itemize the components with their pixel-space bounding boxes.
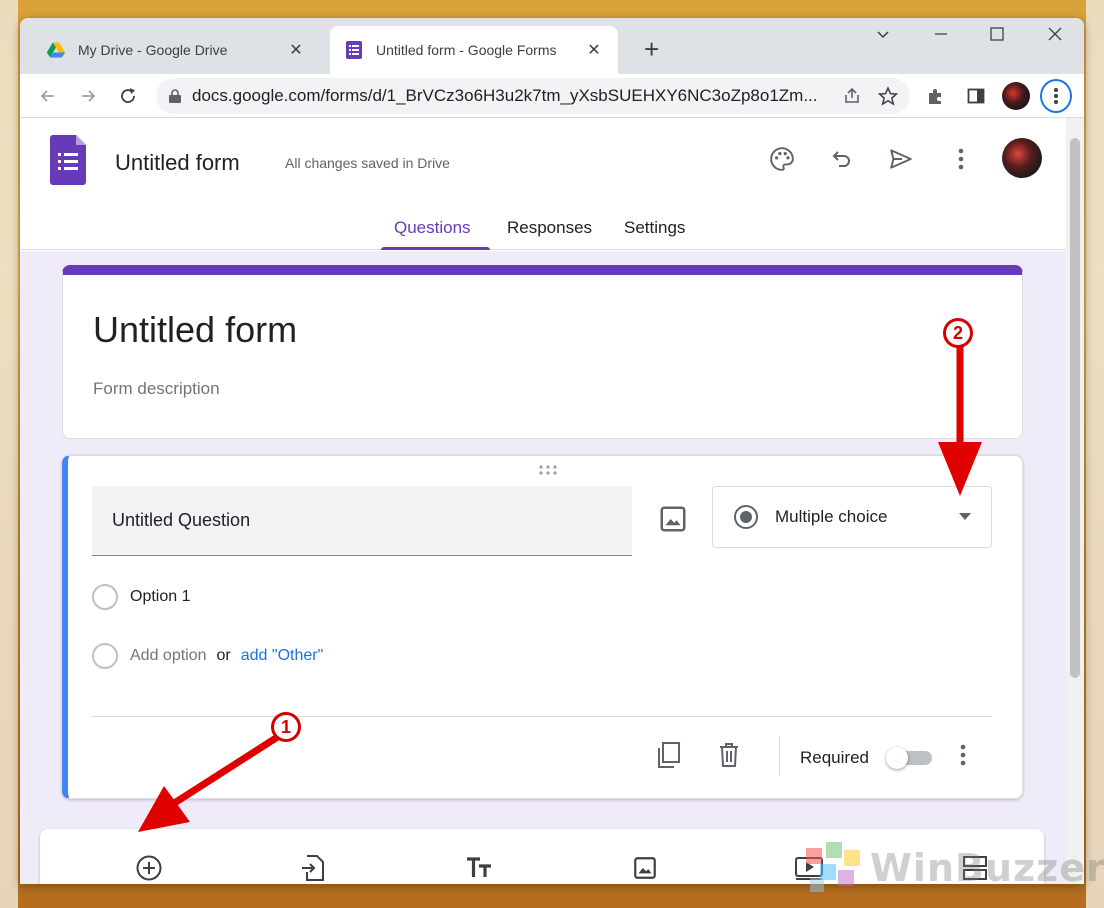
option-radio: [92, 584, 118, 610]
add-title-text-icon[interactable]: [464, 853, 494, 883]
tab-title: Untitled form - Google Forms: [376, 42, 557, 58]
tab-my-drive[interactable]: My Drive - Google Drive ✕: [32, 26, 320, 74]
duplicate-icon[interactable]: [654, 740, 684, 770]
option-radio: [92, 643, 118, 669]
tab-search-chevron-icon[interactable]: [868, 26, 898, 47]
google-drive-icon: [46, 42, 66, 58]
form-title-card[interactable]: Untitled form Form description: [62, 265, 1023, 439]
tab-google-forms[interactable]: Untitled form - Google Forms ✕: [330, 26, 618, 74]
lock-icon: [169, 89, 181, 103]
save-status: All changes saved in Drive: [285, 155, 450, 171]
watermark-text: WinBuzzer: [870, 846, 1104, 890]
add-option-link[interactable]: Add option: [130, 647, 207, 665]
drag-handle-icon[interactable]: [538, 464, 558, 476]
send-icon[interactable]: [886, 144, 916, 174]
option-label[interactable]: Option 1: [130, 588, 190, 606]
scrollbar[interactable]: [1066, 118, 1084, 884]
form-tabs: Questions Responses Settings: [20, 210, 1066, 250]
form-editor: Untitled form Form description Untitled …: [20, 251, 1066, 884]
annotation-badge-2: 2: [943, 318, 973, 348]
question-more-options-icon[interactable]: [948, 740, 978, 770]
question-type-label: Multiple choice: [775, 507, 888, 526]
maximize-icon[interactable]: [982, 26, 1012, 47]
add-option-row: Add option or add "Other": [92, 643, 323, 669]
form-name-field[interactable]: Untitled form: [115, 150, 240, 176]
add-image-icon[interactable]: [630, 853, 660, 883]
extensions-puzzle-icon[interactable]: [920, 80, 952, 112]
import-questions-icon[interactable]: [298, 853, 328, 883]
customize-theme-palette-icon[interactable]: [767, 144, 797, 174]
profile-avatar[interactable]: [1000, 80, 1032, 112]
form-description[interactable]: Form description: [93, 379, 220, 399]
share-icon[interactable]: [842, 86, 862, 106]
required-label: Required: [800, 748, 869, 767]
bookmark-star-icon[interactable]: [878, 86, 898, 106]
form-title[interactable]: Untitled form: [93, 309, 297, 351]
option-row: Option 1: [92, 584, 190, 610]
back-icon[interactable]: [34, 82, 62, 110]
account-avatar[interactable]: [1002, 138, 1042, 178]
browser-menu-button[interactable]: [1040, 79, 1072, 113]
add-question-icon[interactable]: [134, 853, 164, 883]
undo-icon[interactable]: [827, 144, 857, 174]
google-forms-icon: [346, 41, 362, 59]
winbuzzer-cube-logo-icon: [806, 842, 860, 892]
question-type-dropdown[interactable]: Multiple choice: [712, 486, 992, 548]
more-options-icon[interactable]: [946, 144, 976, 174]
tab-close-icon[interactable]: ✕: [286, 40, 306, 60]
kebab-menu-icon: [1040, 79, 1072, 113]
tab-close-icon[interactable]: ✕: [584, 40, 604, 60]
tab-title: My Drive - Google Drive: [78, 42, 228, 58]
side-panel-icon[interactable]: [960, 80, 992, 112]
reload-icon[interactable]: [114, 82, 142, 110]
footer-separator: [779, 736, 780, 776]
question-card[interactable]: Untitled Question Multiple choice Option…: [62, 455, 1023, 799]
address-bar[interactable]: docs.google.com/forms/d/1_BrVCz3o6H3u2k7…: [156, 78, 910, 114]
question-title-input[interactable]: Untitled Question: [92, 486, 632, 556]
add-image-icon[interactable]: [658, 504, 688, 534]
or-label: or: [216, 647, 231, 664]
desktop-wallpaper: [0, 0, 18, 908]
radio-button-icon: [734, 505, 758, 529]
annotation-badge-1: 1: [271, 712, 301, 742]
divider: [92, 716, 992, 717]
tab-responses[interactable]: Responses: [507, 218, 592, 238]
url-text: docs.google.com/forms/d/1_BrVCz3o6H3u2k7…: [192, 86, 818, 105]
delete-trash-icon[interactable]: [714, 740, 744, 770]
forms-header: Untitled form All changes saved in Drive…: [20, 118, 1066, 250]
google-forms-logo-icon[interactable]: [50, 135, 86, 185]
tab-settings[interactable]: Settings: [624, 218, 685, 238]
watermark: WinBuzzer: [800, 838, 1104, 898]
avatar: [1002, 82, 1030, 110]
browser-window: My Drive - Google Drive ✕ Untitled form …: [20, 18, 1084, 884]
dropdown-arrow-icon: [959, 513, 971, 520]
close-window-icon[interactable]: [1040, 26, 1070, 47]
toggle-knob: [886, 747, 908, 769]
required-toggle[interactable]: [886, 747, 932, 769]
add-other-link[interactable]: add "Other": [241, 647, 324, 665]
scrollbar-thumb[interactable]: [1070, 138, 1080, 678]
forward-icon[interactable]: [74, 82, 102, 110]
minimize-icon[interactable]: [926, 26, 956, 47]
active-tab-indicator: [381, 247, 490, 250]
desktop-wallpaper-right: [1086, 0, 1104, 908]
browser-toolbar: docs.google.com/forms/d/1_BrVCz3o6H3u2k7…: [20, 74, 1084, 118]
tab-questions[interactable]: Questions: [394, 218, 471, 238]
tab-strip: My Drive - Google Drive ✕ Untitled form …: [20, 18, 1084, 74]
new-tab-button[interactable]: +: [644, 36, 659, 62]
question-footer: Required: [68, 718, 1022, 798]
